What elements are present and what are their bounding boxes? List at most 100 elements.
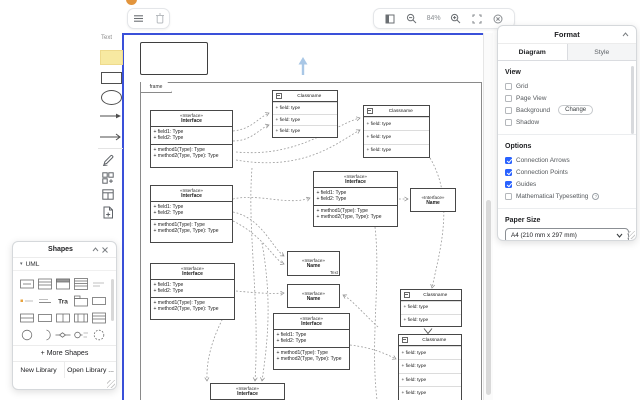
shapes-panel: Shapes ▾ UML Tra + More Shapes New Libra… xyxy=(12,241,117,390)
help-icon[interactable]: ? xyxy=(592,193,599,200)
close-icon[interactable] xyxy=(100,244,110,256)
shape-thumbnail-textline[interactable] xyxy=(91,277,107,290)
shape-thumbnail-class2[interactable] xyxy=(91,311,107,324)
shape-thumbnail-diamond-link[interactable] xyxy=(55,328,71,341)
outline-icon[interactable] xyxy=(382,11,398,26)
open-arrow-tool[interactable] xyxy=(99,132,122,142)
canvas-scrollbar-thumb[interactable] xyxy=(486,200,491,395)
uml-class-node[interactable]: Classname+ field: type+ field: type xyxy=(400,289,462,327)
shape-thumbnail-dark-header[interactable] xyxy=(55,277,71,290)
uml-class-node[interactable]: Classname+ field: type+ field: type+ fie… xyxy=(363,105,430,158)
canvas[interactable]: frame «Interface»Interface + field1: Typ… xyxy=(122,33,483,400)
canvas-scrollbar[interactable] xyxy=(483,33,493,400)
fullscreen-icon[interactable] xyxy=(469,11,485,26)
freehand-tool[interactable] xyxy=(102,153,115,166)
frame-label: frame xyxy=(140,82,172,93)
shape-thumbnail-attr-dot[interactable] xyxy=(19,294,35,307)
uml-interface-name-node[interactable]: «Interface»Name xyxy=(410,188,456,212)
format-scrollbar-thumb[interactable] xyxy=(631,66,634,134)
collapse-icon[interactable] xyxy=(90,244,100,256)
shape-thumbnail-lollipop[interactable] xyxy=(73,328,89,341)
checkbox-label: Grid xyxy=(516,83,528,90)
options-section-title: Options xyxy=(498,143,636,150)
shapes-section-uml[interactable]: ▾ UML xyxy=(13,258,116,271)
shapes-tool[interactable] xyxy=(102,172,114,184)
zoom-level[interactable]: 84% xyxy=(425,15,443,22)
collapse-panel-icon[interactable] xyxy=(620,29,630,41)
empty-rectangle-shape[interactable] xyxy=(140,42,208,75)
uml-class-node[interactable]: Classname+ field: type+ field: type+ fie… xyxy=(398,334,462,400)
checkbox-background[interactable] xyxy=(505,107,512,114)
shape-thumbnail-band-box[interactable] xyxy=(73,311,89,324)
format-panel-header: Format xyxy=(498,26,636,44)
paper-size-select[interactable]: A4 (210 mm x 297 mm) xyxy=(505,228,629,241)
uml-interface-name-node[interactable]: «Interface»NameText xyxy=(287,251,340,276)
menu-icon[interactable] xyxy=(130,11,147,26)
arrow-tool[interactable] xyxy=(99,111,122,121)
shapes-scrollbar-thumb[interactable] xyxy=(111,279,114,321)
resize-grip[interactable] xyxy=(627,231,635,239)
uml-class-node[interactable]: Classname+ field: type+ field: type+ fie… xyxy=(272,90,338,138)
shape-thumbnail-plain-box[interactable] xyxy=(91,294,107,307)
view-section-title: View xyxy=(498,69,636,76)
shape-thumbnail-circle[interactable] xyxy=(19,328,35,341)
change-button[interactable]: Change xyxy=(558,105,593,115)
delete-icon[interactable] xyxy=(152,11,168,26)
collapse-icon[interactable] xyxy=(402,337,409,344)
open-library-button[interactable]: Open Library ... xyxy=(64,362,116,378)
checkbox-connection-points[interactable] xyxy=(505,169,512,176)
uml-interface-node[interactable]: «Interface»Interface + field1: Type+ fie… xyxy=(150,263,235,320)
shape-thumbnail-split-box[interactable] xyxy=(55,311,71,324)
checkbox-page-view[interactable] xyxy=(505,95,512,102)
checkbox-shadow[interactable] xyxy=(505,119,512,126)
uml-interface-name-node[interactable]: «Interface»Name xyxy=(287,284,340,308)
shape-thumbnail-box-label[interactable] xyxy=(19,277,35,290)
shape-thumbnail-dashed-circle[interactable] xyxy=(91,328,107,341)
checkbox-label: Guides xyxy=(516,181,536,188)
shape-thumbnail-list3[interactable] xyxy=(73,277,89,290)
new-library-button[interactable]: New Library xyxy=(13,362,64,378)
more-shapes-button[interactable]: + More Shapes xyxy=(13,345,116,361)
sticky-note-tool[interactable] xyxy=(100,50,123,65)
toolbar-right: 84% xyxy=(373,8,515,29)
insert-page-icon[interactable] xyxy=(103,206,114,219)
shape-thumbnail-underline[interactable] xyxy=(37,294,53,307)
tab-style[interactable]: Style xyxy=(568,44,637,60)
exit-icon[interactable] xyxy=(490,11,506,26)
checkbox-grid[interactable] xyxy=(505,83,512,90)
app-logo xyxy=(126,0,137,5)
checkbox-guides[interactable] xyxy=(505,181,512,188)
option-row-connection-points: Connection Points xyxy=(498,166,636,178)
checkbox-connection-arrows[interactable] xyxy=(505,157,512,164)
format-panel-title: Format xyxy=(514,30,620,39)
collapse-icon[interactable] xyxy=(367,108,374,115)
zoom-out-icon[interactable] xyxy=(403,11,420,26)
uml-interface-node[interactable]: «Interface»Interface + field1: Type+ fie… xyxy=(313,171,398,227)
shape-thumbnail-hline-box[interactable] xyxy=(19,311,35,324)
option-row-grid: Grid xyxy=(498,80,636,92)
edge-label: Text xyxy=(330,270,338,275)
uml-interface-node[interactable]: «Interface»Interface + field1: Type+ fie… xyxy=(150,185,233,243)
checkbox-label: Page View xyxy=(516,95,546,102)
collapse-icon[interactable] xyxy=(404,292,411,299)
shape-thumbnail-plain-box[interactable] xyxy=(37,311,53,324)
uml-interface-node[interactable]: «Interface»Interface + field1: Type+ fie… xyxy=(273,313,350,370)
checkbox-mathematical-typesetting[interactable] xyxy=(505,193,512,200)
shape-thumbnail-tab-box[interactable] xyxy=(73,294,89,307)
table-tool[interactable] xyxy=(102,189,114,200)
uml-interface-node[interactable]: «Interface»Interface + field1: Type+ fie… xyxy=(150,110,233,168)
uml-interface-node[interactable]: «Interface»Interface + field1: Type+ fie… xyxy=(210,383,285,400)
shape-thumbnail-class2[interactable] xyxy=(37,277,53,290)
shape-thumbnail-arc[interactable] xyxy=(37,328,53,341)
option-row-connection-arrows: Connection Arrows xyxy=(498,154,636,166)
text-tool[interactable]: Text xyxy=(101,35,112,41)
tab-diagram[interactable]: Diagram xyxy=(498,44,568,60)
ellipse-tool[interactable] xyxy=(101,90,122,105)
option-row-page-view: Page View xyxy=(498,92,636,104)
rectangle-tool[interactable] xyxy=(101,72,122,84)
collapse-icon[interactable] xyxy=(276,93,283,100)
zoom-in-icon[interactable] xyxy=(447,11,464,26)
shape-thumbnail-text[interactable]: Tra xyxy=(55,294,71,307)
toolbar-left xyxy=(127,8,170,29)
resize-grip[interactable] xyxy=(107,380,115,388)
